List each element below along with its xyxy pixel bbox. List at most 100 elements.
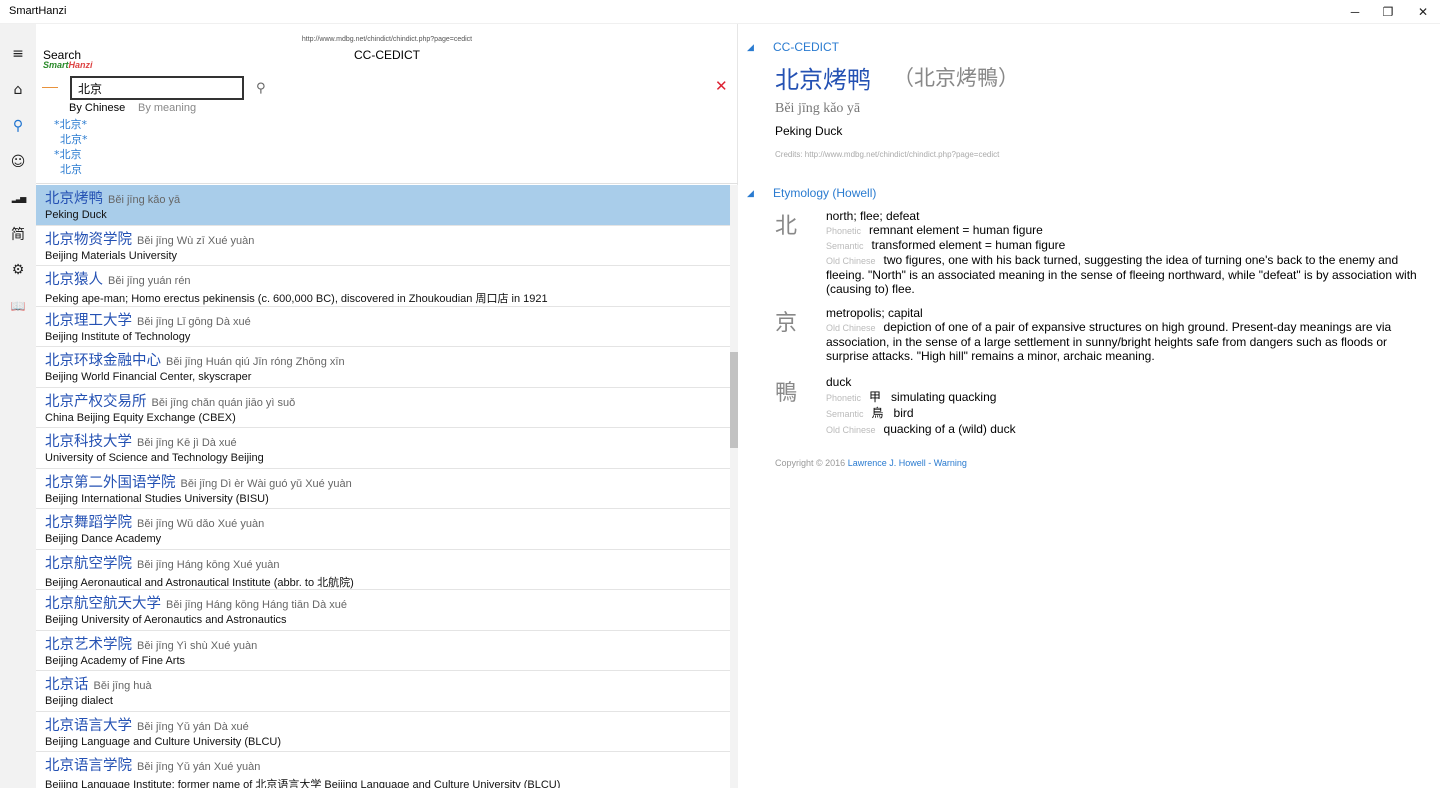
etymology-char: 京 bbox=[775, 311, 798, 336]
semantic-text: transformed element = human figure bbox=[871, 238, 1066, 252]
etymology-entry: north; flee; defeat Phonetic remnant elem… bbox=[826, 209, 1426, 296]
menu-icon[interactable]: ≡ bbox=[0, 39, 36, 69]
copyright-link[interactable]: Lawrence J. Howell - Warning bbox=[848, 458, 967, 468]
collapse-triangle-icon[interactable]: ◢ bbox=[747, 42, 754, 53]
result-hanzi: 北京物资学院 bbox=[45, 231, 132, 248]
result-pinyin: Běi jīng chǎn quán jiāo yì suǒ bbox=[151, 396, 296, 409]
search-input[interactable] bbox=[70, 76, 244, 100]
result-hanzi: 北京语言学院 bbox=[45, 758, 132, 774]
close-window-button[interactable]: ✕ bbox=[1406, 0, 1440, 24]
logo-text-hanzi: Hanzi bbox=[68, 60, 93, 70]
smiley-icon[interactable]: ☺ bbox=[0, 147, 36, 177]
result-pinyin: Běi jīng Háng kōng Xué yuàn bbox=[137, 558, 280, 571]
list-separator bbox=[36, 183, 738, 184]
result-row[interactable]: 北京环球金融中心 Běi jīng Huán qiú Jīn róng Zhōng… bbox=[36, 347, 730, 388]
result-definition: Peking Duck bbox=[45, 209, 107, 221]
result-hanzi: 北京猿人 bbox=[45, 272, 103, 288]
result-pinyin: Běi jīng kǎo yā bbox=[108, 194, 181, 206]
result-row[interactable]: 北京语言学院 Běi jīng Yǔ yán Xué yuàn Beijing La… bbox=[36, 752, 730, 788]
maximize-button[interactable]: ❐ bbox=[1371, 0, 1405, 24]
result-hanzi: 北京舞蹈学院 bbox=[45, 515, 132, 531]
phonetic-text: simulating quacking bbox=[891, 390, 997, 404]
result-row[interactable]: 北京产权交易所 Běi jīng chǎn quán jiāo yì suǒ Chi… bbox=[36, 388, 730, 428]
result-pinyin: Běi jīng Dì èr Wài guó yǔ Xué yuàn bbox=[180, 477, 352, 490]
result-row[interactable]: 北京理工大学 Běi jīng Lǐ gōng Dà xué Beijing Ins… bbox=[36, 307, 730, 347]
semantic-label: Semantic bbox=[826, 409, 864, 419]
phonetic-label: Phonetic bbox=[826, 226, 862, 236]
suggestion-item[interactable]: 北京 bbox=[60, 161, 82, 177]
suggestion-item[interactable]: *北京* bbox=[54, 116, 87, 132]
result-hanzi: 北京话 bbox=[45, 677, 89, 693]
result-row[interactable]: 北京猿人 Běi jīng yuán rén Peking ape-man; Hom… bbox=[36, 266, 730, 307]
result-pinyin: Běi jīng Wǔ dǎo Xué yuàn bbox=[137, 518, 265, 530]
result-hanzi: 北京艺术学院 bbox=[45, 636, 132, 653]
settings-icon[interactable]: ⚙ bbox=[0, 255, 36, 285]
result-definition: Beijing University of Aeronautics and As… bbox=[45, 614, 287, 626]
word-traditional: （北京烤鴨） bbox=[893, 66, 1019, 90]
result-row[interactable]: 北京艺术学院 Běi jīng Yì shù Xué yuàn Beijing Ac… bbox=[36, 631, 730, 671]
result-definition: Beijing Institute of Technology bbox=[45, 330, 191, 343]
result-definition: University of Science and Technology Bei… bbox=[45, 452, 264, 464]
etymology-meaning: metropolis; capital bbox=[826, 306, 923, 320]
suggestion-item[interactable]: 北京* bbox=[60, 131, 88, 147]
old-chinese-text: two figures, one with his back turned, s… bbox=[826, 253, 1417, 296]
result-definition: Beijing Materials University bbox=[45, 249, 178, 262]
suggestion-item[interactable]: *北京 bbox=[54, 146, 82, 162]
result-row[interactable]: 北京第二外国语学院 Běi jīng Dì èr Wài guó yǔ Xué y… bbox=[36, 469, 730, 509]
result-row[interactable]: 北京语言大学 Běi jīng Yǔ yán Dà xué Beijing Lang… bbox=[36, 712, 730, 752]
etymology-entry: metropolis; capital Old Chinese depiction… bbox=[826, 306, 1426, 363]
copyright-prefix: Copyright © 2016 bbox=[775, 458, 848, 468]
old-chinese-label: Old Chinese bbox=[826, 256, 876, 266]
etymology-title: Etymology (Howell) bbox=[773, 186, 877, 200]
result-pinyin: Běi jīng Yǔ yán Xué yuàn bbox=[137, 761, 261, 773]
home-icon[interactable]: ⌂ bbox=[0, 75, 36, 105]
mode-by-chinese[interactable]: By Chinese bbox=[69, 102, 125, 114]
source-url[interactable]: http://www.mdbg.net/chindict/chindict.ph… bbox=[36, 36, 738, 43]
result-definition: Beijing Language Institute; former name … bbox=[45, 779, 561, 788]
result-pinyin: Běi jīng huà bbox=[93, 680, 152, 692]
book-icon[interactable]: 📖 bbox=[0, 291, 36, 321]
result-row[interactable]: 北京科技大学 Běi jīng Kē jì Dà xué University of… bbox=[36, 428, 730, 469]
etymology-char: 北 bbox=[775, 214, 798, 239]
search-icon[interactable]: ⚲ bbox=[0, 111, 36, 141]
results-list: 北京烤鸭 Běi jīng kǎo yā Peking Duck 北京物资学院 Běi… bbox=[36, 185, 730, 788]
minimize-button[interactable]: ─ bbox=[1338, 0, 1372, 24]
old-chinese-label: Old Chinese bbox=[826, 425, 876, 435]
signal-bars-icon[interactable]: ▂▃▅ bbox=[0, 183, 36, 213]
result-pinyin: Běi jīng Háng kōng Háng tiān Dà xué bbox=[166, 599, 348, 611]
clear-search-icon[interactable]: ✕ bbox=[715, 77, 728, 95]
word-pinyin: Běi jīng kǎo yā bbox=[775, 101, 861, 116]
result-hanzi: 北京航空学院 bbox=[45, 555, 132, 572]
etymology-meaning: north; flee; defeat bbox=[826, 209, 920, 223]
magnifier-icon[interactable]: ⚲ bbox=[256, 81, 266, 96]
result-row[interactable]: 北京烤鸭 Běi jīng kǎo yā Peking Duck bbox=[36, 185, 730, 226]
result-definition: Beijing World Financial Center, skyscrap… bbox=[45, 371, 252, 383]
semantic-label: Semantic bbox=[826, 241, 864, 251]
result-row[interactable]: 北京话 Běi jīng huà Beijing dialect bbox=[36, 671, 730, 712]
copyright-notice: Copyright © 2016 Lawrence J. Howell - Wa… bbox=[775, 458, 967, 468]
result-hanzi: 北京烤鸭 bbox=[45, 191, 103, 207]
results-scrollbar[interactable] bbox=[730, 185, 738, 788]
result-definition: Peking ape-man; Homo erectus pekinensis … bbox=[45, 293, 548, 305]
etymology-meaning: duck bbox=[826, 375, 852, 389]
result-row[interactable]: 北京航空学院 Běi jīng Háng kōng Xué yuàn Beijing… bbox=[36, 550, 730, 590]
result-definition: Beijing Academy of Fine Arts bbox=[45, 654, 186, 667]
search-pane: http://www.mdbg.net/chindict/chindict.ph… bbox=[36, 24, 738, 788]
result-hanzi: 北京第二外国语学院 bbox=[45, 474, 176, 491]
simplified-char-icon[interactable]: 简 bbox=[0, 219, 36, 249]
etymology-entry: duck Phonetic 甲 simulating quacking Semant… bbox=[826, 375, 1426, 438]
mode-by-meaning[interactable]: By meaning bbox=[138, 102, 196, 114]
result-pinyin: Běi jīng Huán qiú Jīn róng Zhōng xīn bbox=[166, 356, 345, 368]
result-row[interactable]: 北京物资学院 Běi jīng Wù zī Xué yuàn Beijing Mat… bbox=[36, 226, 730, 266]
result-pinyin: Běi jīng Kē jì Dà xué bbox=[137, 437, 237, 449]
result-definition: Beijing International Studies University… bbox=[45, 492, 269, 505]
collapse-dash-icon[interactable] bbox=[42, 87, 58, 88]
result-pinyin: Běi jīng Yì shù Xué yuàn bbox=[137, 639, 258, 652]
collapse-triangle-icon[interactable]: ◢ bbox=[747, 188, 754, 199]
semantic-text: bird bbox=[893, 406, 914, 420]
result-row[interactable]: 北京航空航天大学 Běi jīng Háng kōng Háng tiān Dà … bbox=[36, 590, 730, 631]
word-definition: Peking Duck bbox=[775, 124, 843, 138]
result-row[interactable]: 北京舞蹈学院 Běi jīng Wǔ dǎo Xué yuàn Beijing Da… bbox=[36, 509, 730, 550]
result-hanzi: 北京航空航天大学 bbox=[45, 596, 161, 612]
scrollbar-thumb[interactable] bbox=[730, 352, 738, 448]
